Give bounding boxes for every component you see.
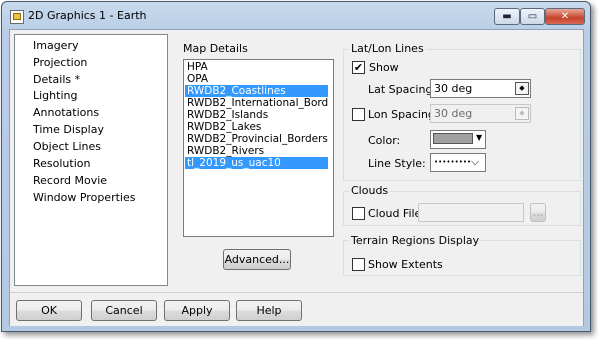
map-detail-item-lakes[interactable]: RWDB2_Lakes: [185, 121, 328, 133]
lon-spacing-checkbox[interactable]: [352, 108, 365, 121]
dialog-client-area: Imagery Projection Details * Lighting An…: [9, 29, 584, 326]
panel-splitter[interactable]: [170, 34, 174, 286]
color-label: Color:: [368, 134, 401, 147]
help-button[interactable]: Help: [236, 300, 302, 321]
chevron-down-icon[interactable]: ▼: [476, 133, 482, 142]
nav-item-time-display[interactable]: Time Display: [33, 122, 104, 138]
terrain-label: Terrain Regions Display: [349, 234, 482, 247]
lon-spacing-spin-icon[interactable]: ◆: [515, 107, 529, 120]
apply-button[interactable]: Apply: [164, 300, 230, 321]
window-title: 2D Graphics 1 - Earth: [28, 9, 147, 22]
minimize-icon[interactable]: ▬: [494, 8, 520, 25]
dialog-window: 2D Graphics 1 - Earth ▬ ▭ ✕ Imagery Proj…: [1, 1, 591, 332]
map-detail-item-opa[interactable]: OPA: [185, 73, 328, 85]
nav-item-resolution[interactable]: Resolution: [33, 156, 90, 172]
nav-item-object-lines[interactable]: Object Lines: [33, 139, 101, 155]
map-detail-item-rivers[interactable]: RWDB2_Rivers: [185, 145, 328, 157]
color-swatch: [433, 133, 473, 144]
map-detail-item-us-uac10[interactable]: tl_2019_us_uac10: [185, 157, 328, 169]
lat-spacing-spin-icon[interactable]: ◆: [515, 82, 529, 95]
maximize-icon[interactable]: ▭: [520, 8, 545, 25]
nav-item-details[interactable]: Details *: [33, 72, 80, 88]
map-details-listbox[interactable]: HPA OPA RWDB2_Coastlines RWDB2_Internati…: [183, 59, 334, 237]
map-detail-item-islands[interactable]: RWDB2_Islands: [185, 109, 328, 121]
nav-item-annotations[interactable]: Annotations: [33, 105, 99, 121]
close-icon[interactable]: ✕: [545, 8, 585, 25]
line-style-chevron-icon[interactable]: ⌵: [471, 155, 479, 169]
cloud-file-checkbox[interactable]: [352, 207, 365, 220]
map-details-label: Map Details: [181, 42, 250, 55]
advanced-button[interactable]: Advanced...: [223, 249, 291, 270]
button-bar: OK Cancel Apply Help: [10, 292, 583, 326]
map-detail-item-coastlines[interactable]: RWDB2_Coastlines: [185, 85, 328, 97]
nav-item-imagery[interactable]: Imagery: [33, 38, 78, 54]
browse-cloud-file-button[interactable]: ...: [530, 203, 546, 222]
show-latlon-label: Show: [369, 61, 399, 74]
map-detail-item-international-borders[interactable]: RWDB2_International_Borders: [185, 97, 328, 109]
nav-item-projection[interactable]: Projection: [33, 55, 87, 71]
map-detail-item-provincial-borders[interactable]: RWDB2_Provincial_Borders: [185, 133, 328, 145]
title-bar[interactable]: 2D Graphics 1 - Earth ▬ ▭ ✕: [2, 2, 590, 30]
nav-item-record-movie[interactable]: Record Movie: [33, 173, 107, 189]
ok-button[interactable]: OK: [16, 300, 82, 321]
cloud-file-label: Cloud File:: [368, 207, 426, 220]
lat-spacing-label: Lat Spacing:: [368, 83, 437, 96]
line-style-label: Line Style:: [368, 157, 426, 170]
cloud-file-input[interactable]: [418, 203, 524, 222]
show-latlon-checkbox[interactable]: ✔: [352, 61, 365, 74]
nav-item-lighting[interactable]: Lighting: [33, 88, 77, 104]
app-icon: [10, 10, 24, 24]
show-extents-label: Show Extents: [368, 258, 443, 271]
clouds-label: Clouds: [349, 184, 391, 197]
lon-spacing-label: Lon Spacing:: [368, 108, 439, 121]
cancel-button[interactable]: Cancel: [91, 300, 157, 321]
show-extents-checkbox[interactable]: [352, 258, 365, 271]
nav-item-window-properties[interactable]: Window Properties: [33, 190, 135, 206]
latlon-label: Lat/Lon Lines: [349, 42, 426, 55]
properties-nav-list[interactable]: Imagery Projection Details * Lighting An…: [14, 34, 168, 286]
map-detail-item-hpa[interactable]: HPA: [185, 61, 328, 73]
checkmark-icon: ✔: [353, 61, 364, 74]
